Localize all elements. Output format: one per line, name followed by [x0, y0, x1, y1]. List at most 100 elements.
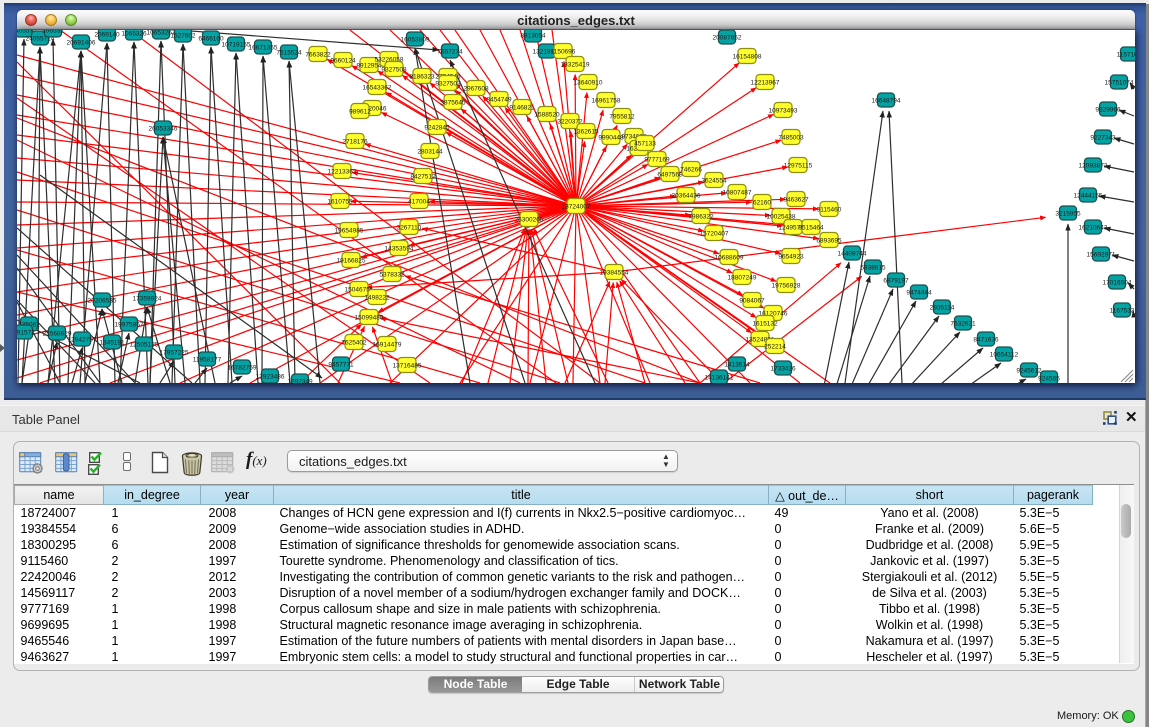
svg-text:1610755: 1610755 — [327, 198, 353, 205]
svg-text:14353594: 14353594 — [385, 245, 414, 252]
svg-text:9242845: 9242845 — [424, 124, 450, 131]
svg-text:5938915: 5938915 — [860, 264, 886, 271]
svg-text:1345191: 1345191 — [99, 339, 125, 346]
svg-text:19756928: 19756928 — [772, 282, 801, 289]
svg-text:17016504: 17016504 — [1103, 279, 1132, 286]
svg-text:12213967: 12213967 — [751, 79, 780, 86]
svg-text:13325419: 13325419 — [561, 61, 590, 68]
svg-text:7485003: 7485003 — [778, 134, 804, 141]
svg-text:16961758: 16961758 — [592, 97, 621, 104]
svg-text:1498222: 1498222 — [364, 294, 390, 301]
svg-text:9146821: 9146821 — [509, 104, 535, 111]
svg-text:1167533: 1167533 — [1110, 307, 1135, 314]
svg-text:26053346: 26053346 — [149, 125, 178, 132]
svg-text:16210643: 16210643 — [1079, 224, 1108, 231]
svg-text:7625402: 7625402 — [341, 339, 367, 346]
svg-text:16154808: 16154808 — [733, 53, 762, 60]
svg-text:19654985: 19654985 — [335, 227, 364, 234]
svg-text:9329966: 9329966 — [1095, 106, 1121, 113]
svg-text:7955812: 7955812 — [609, 113, 635, 120]
svg-text:12923486: 12923486 — [256, 373, 285, 380]
svg-text:17957225: 17957225 — [160, 349, 189, 356]
svg-text:8427512: 8427512 — [410, 173, 436, 180]
svg-text:9463627: 9463627 — [783, 196, 809, 203]
svg-text:2718176: 2718176 — [342, 138, 368, 145]
svg-text:16648794: 16648794 — [872, 97, 901, 104]
svg-text:14409744: 14409744 — [838, 250, 867, 257]
svg-text:10973493: 10973493 — [769, 107, 798, 114]
svg-text:1527602: 1527602 — [170, 32, 196, 39]
svg-text:1065326: 1065326 — [121, 30, 147, 37]
svg-text:7632621: 7632621 — [950, 320, 976, 327]
svg-text:25300265: 25300265 — [515, 216, 544, 223]
svg-text:7857274: 7857274 — [437, 48, 463, 55]
svg-text:5378332: 5378332 — [379, 271, 405, 278]
svg-text:3875645: 3875645 — [440, 99, 466, 106]
svg-text:10654112: 10654112 — [990, 351, 1019, 358]
svg-text:12444155: 12444155 — [1074, 192, 1103, 199]
svg-text:1588520: 1588520 — [534, 111, 560, 118]
svg-text:16053809: 16053809 — [401, 36, 430, 43]
svg-text:16543362: 16543362 — [363, 84, 392, 91]
svg-text:9990448: 9990448 — [598, 134, 624, 141]
svg-text:7986322: 7986322 — [688, 213, 714, 220]
svg-text:12942757: 12942757 — [68, 336, 97, 343]
svg-text:746266: 746266 — [680, 166, 702, 173]
svg-text:62160: 62160 — [753, 199, 771, 206]
svg-text:15692971: 15692971 — [1087, 251, 1116, 258]
svg-text:20364436: 20364436 — [672, 192, 701, 199]
svg-text:9227343: 9227343 — [1090, 134, 1116, 141]
svg-text:9474444: 9474444 — [906, 289, 932, 296]
svg-text:14136141: 14136141 — [705, 374, 734, 381]
svg-text:20206535: 20206535 — [88, 297, 117, 304]
svg-text:18724007: 18724007 — [562, 203, 591, 210]
svg-text:19975857: 19975857 — [115, 321, 144, 328]
svg-text:6893695: 6893695 — [816, 237, 842, 244]
svg-text:7515524: 7515524 — [276, 49, 302, 56]
svg-text:9457771: 9457771 — [328, 361, 354, 368]
svg-text:15099489: 15099489 — [355, 314, 384, 321]
svg-text:9777169: 9777169 — [644, 156, 670, 163]
svg-text:8813054: 8813054 — [520, 32, 546, 39]
svg-text:1413614: 1413614 — [724, 361, 750, 368]
svg-text:19166825: 19166825 — [337, 257, 366, 264]
svg-text:16914479: 16914479 — [373, 341, 402, 348]
svg-text:2967608: 2967608 — [463, 85, 489, 92]
svg-text:106532: 106532 — [42, 30, 64, 34]
svg-text:1615132: 1615132 — [752, 320, 778, 327]
svg-text:1733426: 1733426 — [770, 365, 796, 372]
svg-text:10719155: 10719155 — [222, 41, 251, 48]
svg-text:9660124: 9660124 — [330, 57, 356, 64]
svg-text:10688609: 10688609 — [715, 254, 744, 261]
svg-text:20087652: 20087652 — [713, 34, 742, 41]
svg-text:13640910: 13640910 — [574, 79, 603, 86]
svg-text:9654923: 9654923 — [778, 253, 804, 260]
svg-text:8454749: 8454749 — [486, 96, 512, 103]
svg-text:457133: 457133 — [634, 140, 656, 147]
svg-text:7663822: 7663822 — [305, 51, 331, 58]
svg-text:11958177: 11958177 — [193, 356, 222, 363]
svg-text:12213363: 12213363 — [328, 168, 357, 175]
svg-text:1292349: 1292349 — [287, 378, 313, 383]
svg-text:8186323: 8186323 — [409, 73, 435, 80]
svg-text:16782759: 16782759 — [228, 364, 257, 371]
svg-text:9515464: 9515464 — [798, 224, 824, 231]
svg-text:15751074: 15751074 — [1105, 79, 1134, 86]
svg-text:3624554: 3624554 — [701, 177, 727, 184]
svg-text:15720407: 15720407 — [700, 230, 729, 237]
svg-text:991571: 991571 — [17, 329, 35, 336]
svg-text:989612: 989612 — [349, 108, 371, 115]
svg-text:9327503: 9327503 — [435, 80, 461, 87]
svg-text:9115460: 9115460 — [817, 206, 842, 213]
svg-text:12975115: 12975115 — [784, 162, 813, 169]
svg-text:13716485: 13716485 — [393, 362, 422, 369]
svg-text:1362615: 1362615 — [573, 128, 599, 135]
svg-text:12093872: 12093872 — [1079, 162, 1108, 169]
svg-text:12505135: 12505135 — [130, 341, 159, 348]
svg-text:19384554: 19384554 — [600, 269, 629, 276]
svg-text:8912954: 8912954 — [356, 62, 382, 69]
svg-text:9084067: 9084067 — [739, 297, 765, 304]
svg-text:16671355: 16671355 — [249, 44, 278, 51]
svg-text:252214: 252214 — [764, 343, 786, 350]
svg-text:3215955: 3215955 — [1055, 210, 1081, 217]
